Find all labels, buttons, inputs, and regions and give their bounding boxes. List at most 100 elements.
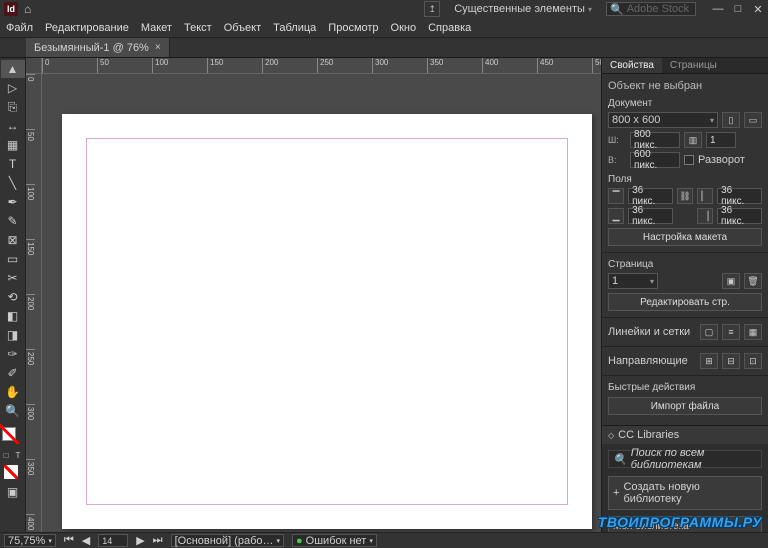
maximize-button[interactable]: □	[732, 3, 744, 16]
menu-table[interactable]: Таблица	[273, 22, 316, 34]
search-icon: 🔍	[613, 453, 627, 466]
page-nav-first-icon[interactable]: ⏮	[64, 534, 74, 547]
margin-left-field[interactable]: 36 пикс.	[717, 188, 762, 204]
chevron-down-icon: ◇	[608, 431, 614, 440]
content-collector-tool[interactable]: ▦	[1, 136, 25, 154]
guides-visibility-icon[interactable]: ⊞	[700, 353, 718, 369]
page-tool[interactable]: ⎘	[1, 98, 25, 116]
selection-tool[interactable]: ▲	[1, 60, 25, 78]
page-margin-guide	[86, 138, 568, 505]
toggle-rulers-icon[interactable]: ▢	[700, 324, 718, 340]
fill-stroke-swatch[interactable]	[0, 425, 25, 443]
facing-pages-checkbox[interactable]: Разворот	[684, 154, 745, 166]
minimize-button[interactable]: —	[712, 3, 724, 16]
pencil-tool[interactable]: ✎	[1, 212, 25, 230]
home-icon[interactable]: ⌂	[24, 2, 31, 16]
create-library-button[interactable]: + Создать новую библиотеку	[608, 476, 762, 510]
menu-file[interactable]: Файл	[6, 22, 33, 34]
pages-count-icon: ▥	[684, 132, 702, 148]
new-page-icon[interactable]: ▣	[722, 273, 740, 289]
adjust-layout-button[interactable]: Настройка макета	[608, 228, 762, 246]
apply-color-icon[interactable]	[4, 465, 18, 479]
width-field[interactable]: 800 пикс.	[630, 132, 680, 148]
toggle-document-grid-icon[interactable]: ▦	[744, 324, 762, 340]
screen-mode-icon[interactable]: ▣	[1, 483, 25, 501]
watermark-text: ТВОИПРОГРАММЫ.РУ	[598, 514, 762, 530]
rectangle-tool[interactable]: ▭	[1, 250, 25, 268]
toolbox: ▲ ▷ ⎘ ↔ ▦ T ╲ ✒ ✎ ⊠ ▭ ✂ ⟲ ◧ ◨ ✑ ✐ ✋ 🔍 □ …	[0, 58, 26, 532]
menu-layout[interactable]: Макет	[141, 22, 172, 34]
workspace-switcher[interactable]: Существенные элементы ▾	[450, 1, 596, 17]
status-bar: 75,75%▾ ⏮ ◀ 14 ▶ ⏭ [Основной] (рабо…▾ ●О…	[0, 532, 768, 548]
note-tool[interactable]: ✑	[1, 345, 25, 363]
rectangle-frame-tool[interactable]: ⊠	[1, 231, 25, 249]
gradient-feather-tool[interactable]: ◨	[1, 326, 25, 344]
scissors-tool[interactable]: ✂	[1, 269, 25, 287]
menu-text[interactable]: Текст	[184, 22, 212, 34]
document-tab[interactable]: Безымянный-1 @ 76% ×	[26, 38, 170, 57]
vertical-ruler[interactable]: 050100150200250300350400	[26, 74, 42, 532]
tab-pages[interactable]: Страницы	[662, 58, 725, 73]
import-file-button[interactable]: Импорт файла	[608, 397, 762, 415]
margin-bottom-field[interactable]: 36 пикс.	[628, 208, 673, 224]
color-profile-status[interactable]: [Основной] (рабо…▾	[171, 534, 284, 547]
margin-bottom-icon: ▁	[608, 208, 624, 224]
tab-properties[interactable]: Свойства	[602, 58, 662, 73]
width-label: Ш:	[608, 135, 626, 145]
delete-page-icon[interactable]: 🗑	[744, 273, 762, 289]
eyedropper-tool[interactable]: ✐	[1, 364, 25, 382]
preflight-status[interactable]: ●Ошибок нет▾	[292, 534, 377, 547]
line-tool[interactable]: ╲	[1, 174, 25, 192]
free-transform-tool[interactable]: ⟲	[1, 288, 25, 306]
edit-pages-button[interactable]: Редактировать стр.	[608, 293, 762, 311]
close-button[interactable]: ✕	[752, 3, 764, 16]
type-tool[interactable]: T	[1, 155, 25, 173]
page-nav-next-icon[interactable]: ▶	[136, 534, 144, 547]
page-nav-prev-icon[interactable]: ◀	[82, 534, 90, 547]
ruler-origin[interactable]	[26, 58, 42, 74]
stock-search[interactable]: 🔍Adobe Stock	[606, 2, 696, 16]
pasteboard[interactable]	[42, 74, 601, 532]
section-margins: Поля	[608, 174, 762, 185]
pages-count-field[interactable]: 1	[706, 132, 736, 148]
margin-left-icon: ▏	[697, 188, 713, 204]
page-nav-field[interactable]: 14	[98, 534, 128, 547]
menu-help[interactable]: Справка	[428, 22, 471, 34]
gradient-swatch-tool[interactable]: ◧	[1, 307, 25, 325]
page[interactable]	[62, 114, 592, 529]
pen-tool[interactable]: ✒	[1, 193, 25, 211]
formatting-container-icon[interactable]: T	[13, 450, 23, 460]
toggle-baseline-grid-icon[interactable]: ≡	[722, 324, 740, 340]
publish-online-icon[interactable]: ↥	[424, 1, 440, 17]
app-icon: Id	[4, 2, 18, 16]
orientation-landscape-icon[interactable]: ▭	[744, 112, 762, 128]
horizontal-ruler[interactable]: 0501001502002503003504004505005506006507…	[42, 58, 601, 74]
menu-edit[interactable]: Редактирование	[45, 22, 129, 34]
page-number-dropdown[interactable]: 1▾	[608, 273, 658, 289]
document-tab-label: Безымянный-1 @ 76%	[34, 42, 149, 54]
page-preset-dropdown[interactable]: 800 x 600▾	[608, 112, 718, 128]
section-guides: Направляющие	[608, 355, 696, 367]
zoom-tool[interactable]: 🔍	[1, 402, 25, 420]
hand-tool[interactable]: ✋	[1, 383, 25, 401]
title-bar: Id ⌂ ↥ Существенные элементы ▾ 🔍Adobe St…	[0, 0, 768, 18]
page-nav-last-icon[interactable]: ⏭	[153, 534, 163, 547]
menu-object[interactable]: Объект	[224, 22, 261, 34]
guides-lock-icon[interactable]: ⊟	[722, 353, 740, 369]
orientation-portrait-icon[interactable]: ▯	[722, 112, 740, 128]
gap-tool[interactable]: ↔	[1, 117, 25, 135]
close-tab-icon[interactable]: ×	[155, 42, 161, 53]
cc-libraries-header[interactable]: ◇ CC Libraries	[602, 426, 768, 444]
section-quick-actions: Быстрые действия	[608, 382, 762, 393]
direct-selection-tool[interactable]: ▷	[1, 79, 25, 97]
margin-top-field[interactable]: 36 пикс.	[628, 188, 673, 204]
formatting-text-icon[interactable]: □	[1, 450, 11, 460]
cc-search-input[interactable]: 🔍 Поиск по всем библиотекам	[608, 450, 762, 468]
menu-view[interactable]: Просмотр	[328, 22, 378, 34]
margin-right-field[interactable]: 36 пикс.	[717, 208, 762, 224]
zoom-level[interactable]: 75,75%▾	[4, 534, 56, 547]
height-field[interactable]: 600 пикс.	[630, 152, 680, 168]
link-margins-icon[interactable]: ⛓	[677, 188, 693, 204]
smart-guides-icon[interactable]: ⊡	[744, 353, 762, 369]
menu-window[interactable]: Окно	[391, 22, 417, 34]
